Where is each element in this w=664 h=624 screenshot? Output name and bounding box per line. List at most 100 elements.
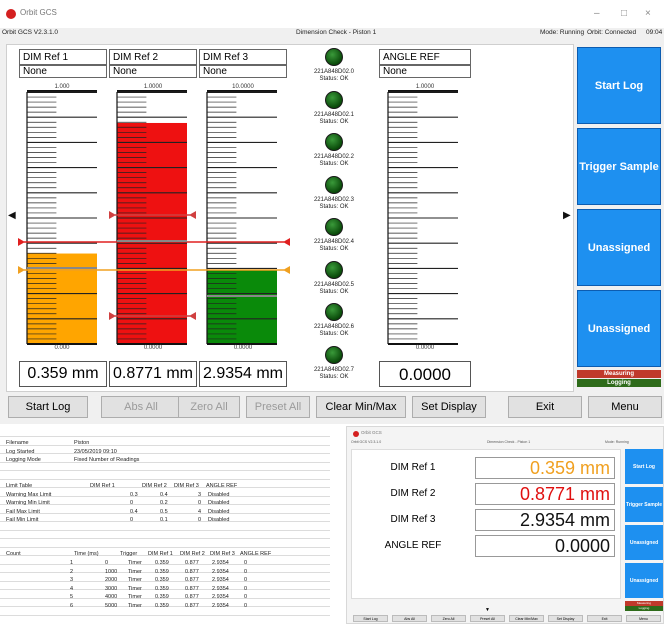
sheet-log-cell: 5 <box>70 594 74 600</box>
mini-side-button[interactable]: Unassigned <box>625 525 663 560</box>
mini-bottom-button[interactable]: Set Display <box>548 615 583 622</box>
sheet-log-header: DIM Ref 1 <box>148 551 173 557</box>
sheet-log-cell: Timer <box>128 577 142 583</box>
scale-min-dimref2: 0.0000 <box>143 345 163 351</box>
menu-button[interactable]: Menu <box>588 396 662 418</box>
start-log-side-button[interactable]: Start Log <box>577 47 661 124</box>
sheet-meta-cell: Fixed Number of Readings <box>74 457 140 463</box>
sheet-gridline <box>0 461 330 463</box>
logging-indicator: Logging <box>577 379 661 387</box>
probe-led-icon <box>325 90 343 109</box>
sheet-log-cell: Timer <box>128 585 142 592</box>
probe-status: Status: OK <box>319 161 349 167</box>
log-spreadsheet: Filename Piston Log Started 23/05/2019 09:1… <box>0 436 330 624</box>
mini-side-button[interactable]: Trigger Sample <box>625 487 663 522</box>
sheet-limit-cell: Disabled <box>208 500 230 506</box>
set-display-button[interactable]: Set Display <box>412 396 486 418</box>
mini-bottom-button[interactable]: Menu <box>626 615 661 622</box>
sheet-limit-cell: 0 <box>130 517 134 523</box>
sheet-limit-cell: 4 <box>198 508 202 515</box>
sheet-log-cell: 2.9354 <box>212 594 229 600</box>
probe-status: Status: OK <box>319 118 349 125</box>
sheet-log-cell: 2.9354 <box>212 585 229 592</box>
sheet-limit-header: DIM Ref 2 <box>142 483 167 489</box>
trigger-sample-button[interactable]: Trigger Sample <box>577 128 661 205</box>
limit-marker-right <box>283 238 290 246</box>
probe-id: 221A848D02.5 <box>313 281 355 288</box>
sheet-log-cell: 0.359 <box>155 594 169 600</box>
sheet-gridline <box>0 453 330 454</box>
limit-marker-left <box>18 238 25 246</box>
maximize-icon[interactable]: □ <box>621 8 627 19</box>
sheet-log-cell: 4 <box>70 585 74 592</box>
start-log-button[interactable]: Start Log <box>8 396 88 418</box>
sheet-limit-cell: Warning Max Limit <box>6 491 52 498</box>
bar-gauges <box>18 90 458 345</box>
sheet-limit-cell: Disabled <box>208 517 230 523</box>
mini-side-button[interactable]: Unassigned <box>625 563 663 598</box>
probe-id: 221A848D02.2 <box>313 154 355 160</box>
sheet-limit-header: ANGLE REF <box>206 483 238 489</box>
limit-marker-right <box>283 266 290 274</box>
clock: 09:04 <box>646 29 663 36</box>
mini-bottom-button[interactable]: Exit <box>587 615 622 622</box>
exit-button[interactable]: Exit <box>508 396 582 418</box>
sheet-log-cell: 0.877 <box>185 568 199 575</box>
sheet-limit-cell: 0.2 <box>160 500 168 506</box>
mini-row-value: 0.0000 <box>475 535 615 557</box>
probe-id: 221A848D02.4 <box>313 239 355 245</box>
sheet-log-cell: 0.877 <box>185 585 199 592</box>
mini-bottom-button[interactable]: Start Log <box>353 615 388 622</box>
sheet-log-header: Count <box>6 551 21 557</box>
mini-row-value: 0.8771 mm <box>475 483 615 505</box>
readout-dimref1: 0.359 mm <box>19 361 107 387</box>
sheet-log-cell: 0.877 <box>185 560 199 566</box>
limit-marker-left <box>109 211 116 219</box>
sheet-log-header: Trigger <box>120 551 138 557</box>
preset-all-button[interactable]: Preset All <box>246 396 310 418</box>
mini-side-button[interactable]: Start Log <box>625 449 663 484</box>
sheet-gridline <box>0 538 330 539</box>
sheet-log-cell: 2.9354 <box>212 577 229 583</box>
mini-app-logo-icon <box>353 431 359 437</box>
sheet-log-header: ANGLE REF <box>240 551 272 557</box>
sheet-log-cell: 2.9354 <box>212 560 229 566</box>
mini-bottom-button[interactable]: Zero All <box>431 615 466 622</box>
mini-job-title: Dimension Check - Piston 1 <box>487 440 531 444</box>
mini-bottom-button[interactable]: Clear Min/Max <box>509 615 544 622</box>
sheet-log-cell: 0.877 <box>185 594 199 600</box>
unassigned-button-2[interactable]: Unassigned <box>577 290 661 367</box>
mini-down-arrow-icon[interactable]: ▼ <box>485 607 490 613</box>
sheet-log-cell: 0 <box>244 577 248 583</box>
sheet-limit-header: Limit Table <box>6 483 33 489</box>
sheet-log-cell: 0.359 <box>155 585 169 592</box>
sheet-limit-cell: 0.4 <box>160 491 168 498</box>
sheet-log-cell: 3 <box>70 577 74 583</box>
close-icon[interactable]: × <box>645 8 651 19</box>
sheet-meta-cell: 23/05/2019 09:10 <box>74 448 117 455</box>
sheet-log-cell: 2.9354 <box>212 602 229 609</box>
mini-status-flag: Logging <box>625 606 663 611</box>
limit-marker-left <box>18 266 25 274</box>
sheet-log-cell: 0 <box>244 560 248 566</box>
scale-min-dimref3: 0.0000 <box>233 345 253 351</box>
sheet-log-cell: 0.359 <box>155 602 169 609</box>
probe-status: Status: OK <box>319 288 349 295</box>
sheet-limit-cell: Fail Max Limit <box>6 508 40 515</box>
probe-id: 221A848D02.1 <box>313 111 355 118</box>
minimize-icon[interactable]: – <box>594 8 600 19</box>
sheet-meta-cell: Piston <box>74 440 90 446</box>
clear-minmax-button[interactable]: Clear Min/Max <box>316 396 406 418</box>
mini-bottom-button[interactable]: Preset All <box>470 615 505 622</box>
sheet-log-cell: Timer <box>128 568 142 575</box>
sheet-log-cell: 1000 <box>105 568 118 575</box>
sheet-limit-cell: 0.1 <box>160 517 168 523</box>
unassigned-button-1[interactable]: Unassigned <box>577 209 661 286</box>
mini-bottom-button[interactable]: Abs All <box>392 615 427 622</box>
sheet-log-header: DIM Ref 3 <box>210 551 235 557</box>
abs-all-button[interactable]: Abs All <box>101 396 181 418</box>
mini-row-label: ANGLE REF <box>384 540 442 551</box>
main-window: Orbit GCS – □ × Orbit GCS V2.3.1.0 Dimen… <box>0 0 664 424</box>
zero-all-button[interactable]: Zero All <box>178 396 240 418</box>
sheet-limit-cell: 3 <box>198 491 202 498</box>
